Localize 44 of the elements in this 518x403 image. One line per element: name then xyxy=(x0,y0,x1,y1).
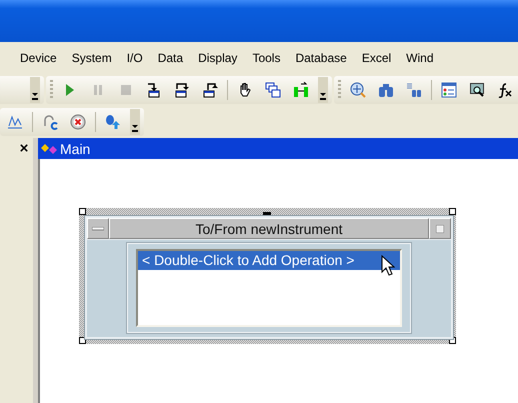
windows-icon xyxy=(265,82,281,98)
panel-title: To/From newInstrument xyxy=(109,218,429,239)
toolbar-overflow-button[interactable] xyxy=(318,77,328,103)
mouse-cursor-icon xyxy=(381,255,395,277)
list-item[interactable]: < Double-Click to Add Operation > xyxy=(138,251,400,270)
resize-handle[interactable] xyxy=(449,208,456,215)
binoculars-icon xyxy=(406,82,422,98)
menu-item[interactable]: Excel xyxy=(362,51,392,65)
resize-handle[interactable] xyxy=(79,208,86,215)
menu-item[interactable]: Display xyxy=(198,51,238,65)
toolbar-overflow-button[interactable] xyxy=(30,77,40,103)
binoculars-icon xyxy=(378,82,394,98)
cancel-icon xyxy=(70,114,86,130)
menu-item[interactable]: I/O xyxy=(126,51,143,65)
properties-icon xyxy=(441,82,457,98)
step-into-icon xyxy=(146,82,162,98)
document-title: Main xyxy=(60,140,90,156)
chevron-icon xyxy=(132,125,138,132)
menu-item[interactable]: Database xyxy=(295,51,347,65)
close-button[interactable]: × xyxy=(15,140,33,158)
menu-item[interactable]: System xyxy=(72,51,112,65)
waveform-icon xyxy=(7,114,23,130)
zoom-icon xyxy=(350,82,366,98)
menu-item[interactable]: Tools xyxy=(252,51,280,65)
maximize-button[interactable] xyxy=(429,218,451,239)
menu-item[interactable]: Data xyxy=(158,51,184,65)
monitor-search-icon xyxy=(469,82,485,98)
maximize-icon xyxy=(436,224,444,232)
menu-item[interactable]: Wind xyxy=(406,51,434,65)
function-icon xyxy=(497,82,513,98)
step-over-icon xyxy=(174,82,190,98)
stop-icon xyxy=(118,82,134,98)
curl-arrow-icon xyxy=(42,114,58,130)
upload-icon xyxy=(105,114,121,130)
operation-list[interactable]: < Double-Click to Add Operation > xyxy=(136,249,402,327)
chevron-icon xyxy=(320,93,326,100)
minimize-icon xyxy=(92,226,104,230)
connector-icon xyxy=(293,82,309,98)
step-out-icon xyxy=(202,82,218,98)
minimize-button[interactable] xyxy=(87,218,109,239)
program-icon xyxy=(40,142,58,156)
toolbar-overflow-button[interactable] xyxy=(130,109,140,135)
menu-item[interactable]: Device xyxy=(20,51,57,65)
chevron-icon xyxy=(32,93,38,100)
